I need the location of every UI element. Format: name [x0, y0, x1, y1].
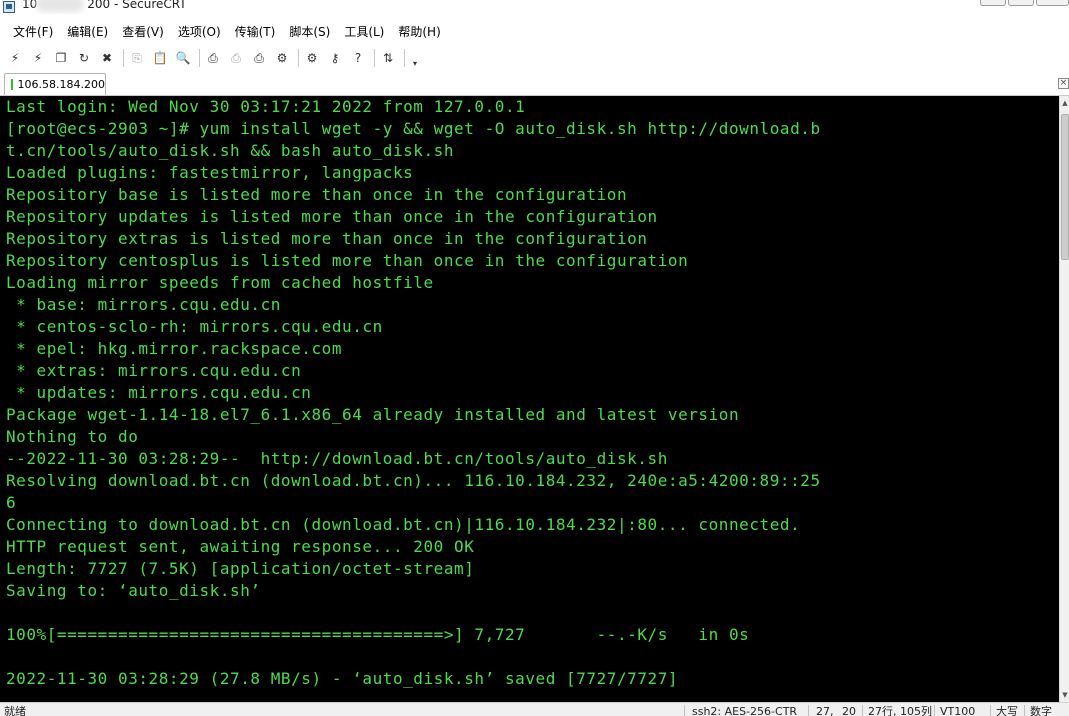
status-ready: 就绪 [4, 705, 26, 716]
terminal-line: * updates: mirrors.cqu.edu.cn [6, 383, 312, 402]
terminal-line: Saving to: ‘auto_disk.sh’ [6, 581, 261, 600]
toolbar-overflow-chevron-icon[interactable]: ▾ [410, 48, 420, 68]
terminal-line: * extras: mirrors.cqu.edu.cn [6, 361, 302, 380]
toolbar-separator [374, 49, 375, 67]
terminal-line: 100%[===================================… [6, 625, 750, 644]
maximize-button[interactable] [1008, 0, 1034, 6]
title-bar: 10 200 - SecureCRT [0, 0, 1069, 14]
terminal-line: * epel: hkg.mirror.rackspace.com [6, 339, 343, 358]
status-divider [808, 705, 809, 716]
terminal-line: --2022-11-30 03:28:29-- http://download.… [6, 449, 668, 468]
menu-bar: 文件(F) 编辑(E) 查看(V) 选项(O) 传输(T) 脚本(S) 工具(L… [0, 20, 1069, 42]
copy-icon[interactable]: ⎘ [129, 50, 145, 66]
toolbar-separator [404, 49, 405, 67]
menu-options[interactable]: 选项(O) [171, 23, 228, 40]
status-cursor-col: 20 [842, 705, 856, 716]
terminal-line: * centos-sclo-rh: mirrors.cqu.edu.cn [6, 317, 383, 336]
terminal-line: Repository updates is listed more than o… [6, 207, 658, 226]
help-icon[interactable]: ? [350, 50, 366, 66]
status-divider [862, 705, 863, 716]
connect-icon[interactable]: ⚡ [7, 50, 23, 66]
terminal-line: Loading mirror speeds from cached hostfi… [6, 273, 434, 292]
title-redaction [36, 0, 84, 12]
status-num: 数字 [1030, 705, 1052, 716]
status-divider [1024, 705, 1025, 716]
terminal-line: Repository base is listed more than once… [6, 185, 628, 204]
scroll-up-arrow-icon[interactable]: ▲ [1060, 96, 1069, 110]
menu-edit[interactable]: 编辑(E) [60, 23, 115, 40]
paste-icon[interactable]: 📋 [152, 50, 168, 66]
terminal-line: HTTP request sent, awaiting response... … [6, 537, 475, 556]
menu-file[interactable]: 文件(F) [6, 23, 60, 40]
quick-connect-icon[interactable]: ⚡ [30, 50, 46, 66]
status-cursor-row: 27, [816, 705, 834, 716]
status-divider [684, 705, 685, 716]
toolbar: ⚡ ⚡ ❐ ↻ ✖ ⎘ 📋 🔍 ⎙ ⎙ ⎙ ⚙ ⚙ ⚷? ⇅ ▾ [0, 46, 1069, 70]
print-preview-icon[interactable]: ⎙ [228, 50, 244, 66]
terminal-line: Length: 7727 (7.5K) [application/octet-s… [6, 559, 475, 578]
terminal-line: Loaded plugins: fastestmirror, langpacks [6, 163, 414, 182]
toolbar-separator [298, 49, 299, 67]
toolbar-separator [123, 49, 124, 67]
close-tab-icon[interactable]: × [1058, 78, 1069, 89]
terminal-line: Nothing to do [6, 427, 139, 446]
securecrt-app-icon[interactable] [3, 1, 15, 13]
terminal-line: Resolving download.bt.cn (download.bt.cn… [6, 471, 821, 490]
terminal-line: Package wget-1.14-18.el7_6.1.x86_64 alre… [6, 405, 740, 424]
global-options-icon[interactable]: ⚙ [304, 50, 320, 66]
terminal-scrollbar[interactable]: ▲ ▼ [1059, 96, 1069, 702]
status-size: 27行, 105列 [868, 705, 932, 716]
status-caps: 大写 [996, 705, 1018, 716]
find-icon[interactable]: 🔍 [175, 50, 191, 66]
terminal-line: Connecting to download.bt.cn (download.b… [6, 515, 801, 534]
close-window-button[interactable] [1036, 0, 1069, 6]
status-emulation: VT100 [940, 705, 976, 716]
terminal-line: 6 [6, 493, 17, 512]
terminal-line: * base: mirrors.cqu.edu.cn [6, 295, 281, 314]
session-tab-label: 106.58.184.200 [17, 78, 105, 91]
minimize-button[interactable] [980, 0, 1006, 6]
scrollbar-thumb[interactable] [1061, 114, 1069, 260]
menu-script[interactable]: 脚本(S) [282, 23, 337, 40]
terminal-screen[interactable]: Last login: Wed Nov 30 03:17:21 2022 fro… [0, 96, 1059, 702]
status-divider [934, 705, 935, 716]
reconnect-icon[interactable]: ↻ [76, 50, 92, 66]
terminal-line: [root@ecs-2903 ~]# yum install wget -y &… [6, 119, 821, 138]
connected-status-icon [11, 79, 13, 90]
status-bar: 就绪 ssh2: AES-256-CTR 27, 20 27行, 105列 VT… [0, 702, 1069, 716]
status-cipher: ssh2: AES-256-CTR [692, 705, 798, 716]
sftp-icon[interactable]: ⇅ [380, 50, 396, 66]
toolbar-separator [199, 49, 200, 67]
terminal-line: Last login: Wed Nov 30 03:17:21 2022 fro… [6, 97, 526, 116]
window-title-prefix: 10 [22, 0, 38, 11]
session-options-icon[interactable]: ⚙ [274, 50, 290, 66]
disconnect-icon[interactable]: ✖ [99, 50, 115, 66]
terminal-line: Repository centosplus is listed more tha… [6, 251, 689, 270]
print-icon[interactable]: ⎙ [205, 50, 221, 66]
window-title-suffix: 200 - SecureCRT [87, 0, 187, 11]
status-divider [990, 705, 991, 716]
print-setup-icon[interactable]: ⎙ [251, 50, 267, 66]
session-tab[interactable]: 106.58.184.200 [4, 73, 106, 95]
scroll-down-arrow-icon[interactable]: ▼ [1060, 688, 1069, 702]
menu-transfer[interactable]: 传输(T) [228, 23, 283, 40]
connect-tab-icon[interactable]: ❐ [53, 50, 69, 66]
menu-tools[interactable]: 工具(L) [337, 23, 391, 40]
menu-view[interactable]: 查看(V) [115, 23, 171, 40]
menu-help[interactable]: 帮助(H) [391, 23, 447, 40]
terminal-line: Repository extras is listed more than on… [6, 229, 648, 248]
session-tab-strip: 106.58.184.200 × [0, 72, 1069, 96]
terminal-line: 2022-11-30 03:28:29 (27.8 MB/s) - ‘auto_… [6, 669, 679, 688]
keymap-icon[interactable]: ⚷ [327, 50, 343, 66]
terminal-line: t.cn/tools/auto_disk.sh && bash auto_dis… [6, 141, 455, 160]
